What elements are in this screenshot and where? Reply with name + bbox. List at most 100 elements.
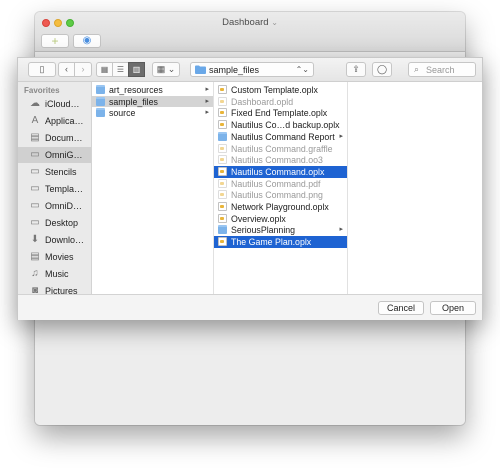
list-item[interactable]: source ▸ — [92, 107, 213, 119]
disclosure-arrow-icon: ▸ — [339, 226, 343, 234]
sidebar-toggle-button[interactable]: ▯ — [28, 62, 56, 77]
file-row[interactable]: Nautilus Command.oplx — [214, 165, 347, 178]
documents-icon: ▤ — [30, 132, 40, 143]
sidebar-item-label: Downlo… — [45, 235, 85, 245]
path-popup[interactable]: sample_files ⌃⌄ — [190, 62, 314, 77]
document-canvas — [35, 312, 465, 425]
file-name: Nautilus Command Report — [231, 131, 335, 142]
sidebar-header: Favorites — [24, 86, 60, 95]
folder-icon: ▭ — [30, 149, 40, 160]
sidebar-item[interactable]: ▭ OmniD… — [18, 198, 91, 214]
sidebar-item-label: OmniD… — [45, 201, 83, 211]
file-name: Nautilus Command.graffle — [231, 143, 333, 154]
icon-view-button[interactable]: ▦ — [96, 62, 113, 77]
sidebar-item-label: OmniG… — [45, 150, 83, 160]
list-item-label: source — [109, 108, 136, 119]
file-row[interactable]: Network Playground.oplx — [214, 201, 347, 213]
music-icon: ♫ — [31, 268, 39, 279]
dialog-footer: Cancel Open — [18, 294, 482, 320]
sidebar-item-label: Pictures — [45, 286, 78, 294]
sidebar-item[interactable]: ▭ Templa… — [18, 181, 91, 197]
chevron-updown-icon: ⌃⌄ — [295, 65, 309, 74]
folder-icon — [96, 96, 105, 106]
file-name: Nautilus Command.png — [231, 190, 323, 201]
column-2: Custom Template.oplx Dashboard.opld Fixed … — [214, 82, 348, 294]
file-row[interactable]: Nautilus Command.png — [214, 189, 347, 201]
sidebar-item[interactable]: ♫ Music — [18, 266, 91, 282]
disclosure-arrow-icon: ▸ — [205, 86, 209, 93]
search-field[interactable]: ⌕ Search — [408, 62, 476, 77]
title-bar: Dashboard ⌄ + ◉ — [35, 12, 465, 52]
forward-button[interactable]: › — [75, 62, 92, 77]
downloads-icon: ⬇ — [30, 234, 40, 245]
file-row[interactable]: Nautilus Command Report ▸ — [214, 131, 347, 143]
sidebar: Favorites ☁ iCloud… A Applica… ▤ Docum… ▭ OmniG… — [18, 82, 92, 294]
arrange-button[interactable]: ▦ ⌄ — [152, 62, 180, 77]
document-icon — [218, 202, 227, 211]
file-row[interactable]: The Game Plan.oplx — [214, 236, 347, 248]
document-icon — [218, 85, 227, 94]
sidebar-item-label: Docum… — [45, 133, 83, 143]
add-button[interactable]: + — [41, 34, 69, 48]
folder-icon: ▭ — [30, 183, 40, 194]
sidebar-item-label: Desktop — [45, 218, 79, 228]
sidebar-item[interactable]: A Applica… — [18, 113, 91, 129]
folder-icon — [96, 85, 105, 94]
sidebar-item[interactable]: ◙ Pictures — [18, 283, 91, 294]
file-name: Nautilus Command.pdf — [231, 178, 321, 189]
folder-icon — [218, 225, 227, 235]
document-icon — [218, 96, 227, 106]
tag-button[interactable]: ◯ — [372, 62, 392, 77]
file-row[interactable]: Nautilus Command.oo3 — [214, 154, 347, 166]
list-item[interactable]: art_resources ▸ — [92, 84, 213, 96]
sidebar-item[interactable]: ▭ OmniG… — [18, 147, 91, 163]
document-icon — [218, 237, 227, 247]
sidebar-item-label: Templa… — [45, 184, 84, 194]
file-name: Nautilus Command.oo3 — [231, 155, 323, 166]
document-icon — [218, 155, 227, 165]
sidebar-item[interactable]: ⬇ Downlo… — [18, 232, 91, 248]
sidebar-item[interactable]: ▭ Desktop — [18, 215, 91, 231]
file-row[interactable]: Fixed End Template.oplx — [214, 107, 347, 119]
cancel-button[interactable]: Cancel — [378, 301, 424, 315]
file-name: Custom Template.oplx — [231, 85, 318, 95]
sidebar-item-label: iCloud… — [45, 99, 80, 109]
file-row[interactable]: Custom Template.oplx — [214, 84, 347, 96]
file-name: The Game Plan.oplx — [231, 237, 312, 248]
folder-icon: ▭ — [30, 166, 40, 177]
file-name: Dashboard.opld — [231, 96, 294, 107]
sidebar-item[interactable]: ▤ Movies — [18, 249, 91, 265]
file-row[interactable]: Dashboard.opld — [214, 96, 347, 108]
folder-icon — [218, 131, 227, 141]
back-button[interactable]: ‹ — [58, 62, 75, 77]
list-item[interactable]: sample_files ▸ — [92, 95, 213, 108]
list-item-label: art_resources — [109, 85, 163, 95]
file-row[interactable]: Overview.oplx — [214, 213, 347, 225]
document-icon — [218, 120, 227, 130]
disclosure-arrow-icon: ▸ — [205, 97, 209, 105]
sidebar-item[interactable]: ☁ iCloud… — [18, 96, 91, 112]
sidebar-item-label: Stencils — [45, 167, 77, 177]
file-row[interactable]: Nautilus Command.graffle — [214, 143, 347, 155]
file-name: Overview.oplx — [231, 213, 286, 224]
list-view-button[interactable]: ☰ — [112, 62, 129, 77]
search-icon: ⌕ — [414, 64, 420, 74]
movies-icon: ▤ — [30, 251, 40, 262]
file-name: SeriousPlanning — [231, 225, 296, 236]
sidebar-item[interactable]: ▤ Docum… — [18, 130, 91, 146]
sidebar-item[interactable]: ▭ Stencils — [18, 164, 91, 180]
file-row[interactable]: SeriousPlanning ▸ — [214, 224, 347, 236]
dialog-toolbar: ▯ ‹ › ▦ ☰ ▥ ▦ ⌄ sample_files ⌃⌄ ⇪ ◯ ⌕ Se… — [18, 58, 482, 82]
path-label: sample_files — [209, 65, 260, 75]
file-row[interactable]: Nautilus Command.pdf — [214, 178, 347, 190]
open-button[interactable]: Open — [430, 301, 476, 315]
column-view-button[interactable]: ▥ — [128, 62, 145, 77]
desktop-icon: ▭ — [30, 217, 40, 228]
eye-icon[interactable]: ◉ — [73, 34, 101, 48]
folder-icon — [195, 65, 206, 74]
document-icon — [218, 143, 227, 153]
document-icon — [218, 178, 227, 188]
share-button[interactable]: ⇪ — [346, 62, 366, 77]
file-row[interactable]: Nautilus Co…d backup.oplx — [214, 119, 347, 131]
document-icon — [218, 108, 227, 118]
